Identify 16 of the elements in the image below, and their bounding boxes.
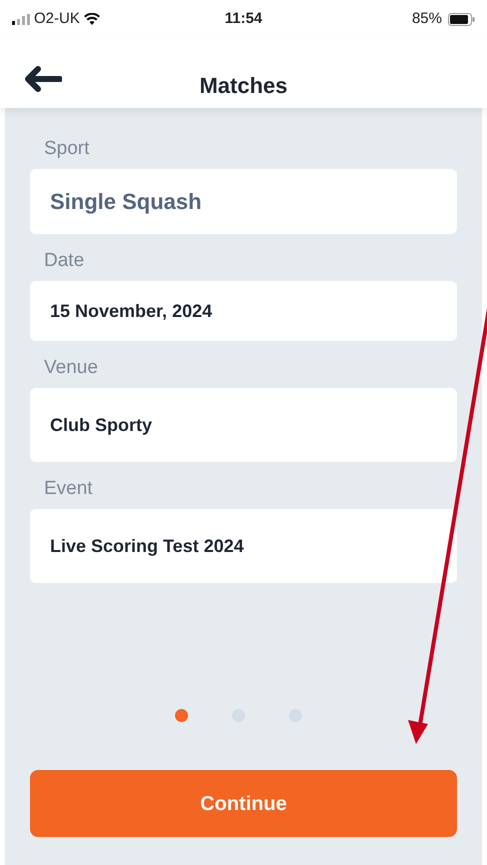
field-label: Venue: [43, 357, 99, 379]
page-title: Matches: [199, 72, 288, 100]
field-label: Event: [43, 478, 94, 500]
carrier-name: O2-UK: [34, 8, 80, 29]
clock-time: 11:54: [224, 8, 262, 29]
field-value[interactable]: 15 November, 2024: [30, 281, 457, 341]
back-button[interactable]: [24, 66, 62, 92]
field-value[interactable]: Live Scoring Test 2024: [30, 509, 457, 583]
field-value[interactable]: Club Sporty: [30, 388, 457, 462]
signal-icon: [12, 14, 30, 24]
field-value[interactable]: Single Squash: [30, 169, 457, 234]
wifi-icon: [84, 13, 100, 25]
field-label: Sport: [43, 138, 90, 160]
battery-percentage: 85%: [412, 8, 442, 29]
field-label: Date: [43, 250, 86, 272]
battery-icon: [448, 12, 475, 26]
